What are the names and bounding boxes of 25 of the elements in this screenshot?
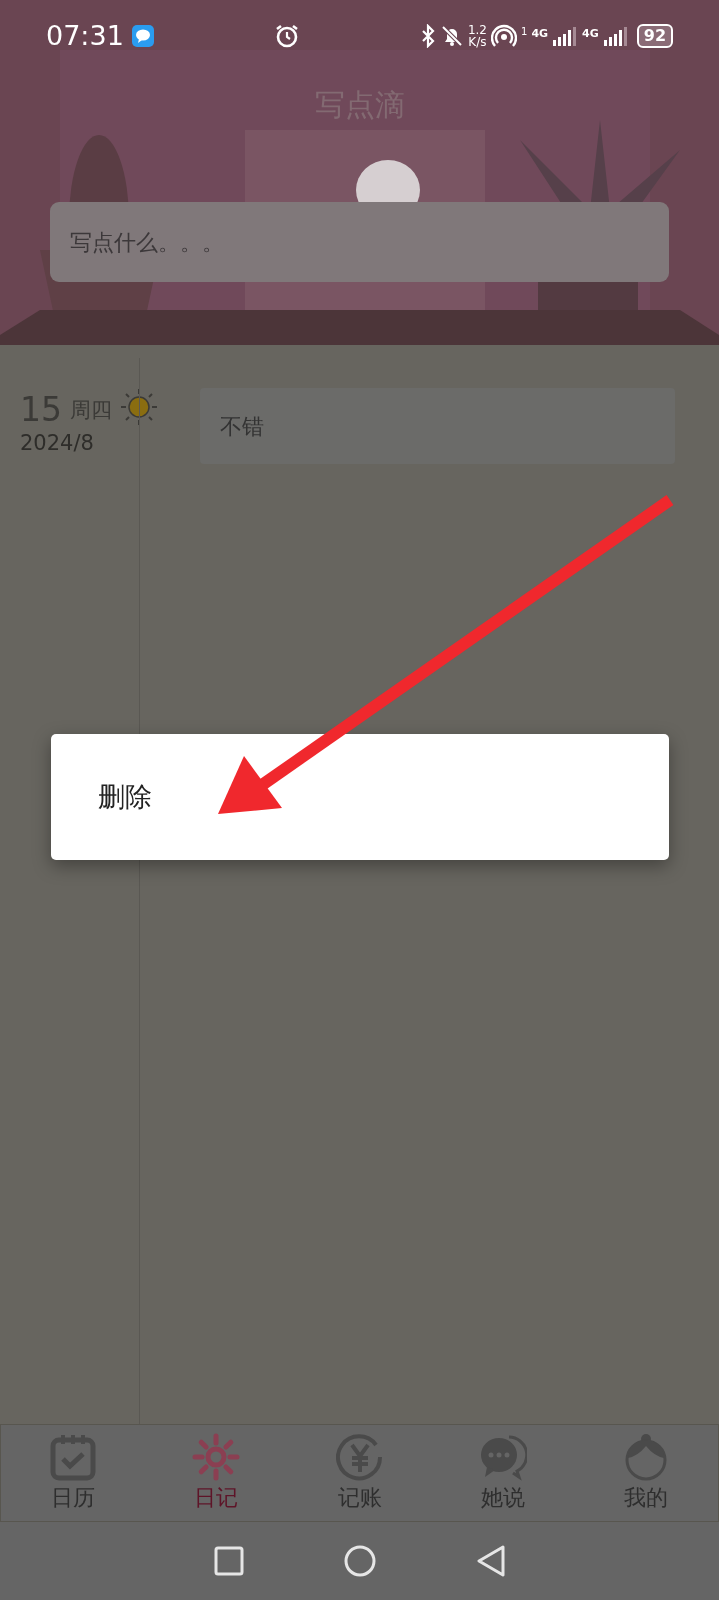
- bluetooth-icon: [419, 24, 436, 48]
- back-icon[interactable]: [475, 1545, 506, 1577]
- nav-tab[interactable]: 记账: [287, 1425, 432, 1521]
- menu-item[interactable]: 删除: [98, 776, 152, 818]
- yen-icon: [335, 1432, 384, 1481]
- entry-card[interactable]: 不错: [200, 388, 675, 464]
- nav-tab[interactable]: 日记: [144, 1425, 288, 1521]
- calendar-icon: [48, 1432, 97, 1481]
- recent-apps-icon[interactable]: [213, 1546, 244, 1576]
- network-type: 4G: [531, 26, 549, 42]
- signal-icon: [602, 26, 629, 46]
- hotspot-icon: [491, 24, 517, 48]
- entry-month: 2024/8: [20, 430, 95, 457]
- home-icon[interactable]: [343, 1545, 376, 1577]
- speed-unit: K/s: [468, 36, 487, 48]
- muted-bell-icon: [439, 24, 464, 48]
- signal-icon: [552, 26, 579, 46]
- speed-value: 1.2: [467, 24, 487, 36]
- search-field[interactable]: 写点什么。。。: [50, 202, 669, 282]
- clock-time: 07:31: [46, 18, 124, 53]
- sun-icon: [192, 1432, 241, 1481]
- sun-icon: [120, 388, 158, 426]
- hotspot-count: 1: [521, 25, 528, 39]
- network-type: 4G: [582, 26, 599, 42]
- battery-indicator: 92: [636, 24, 673, 48]
